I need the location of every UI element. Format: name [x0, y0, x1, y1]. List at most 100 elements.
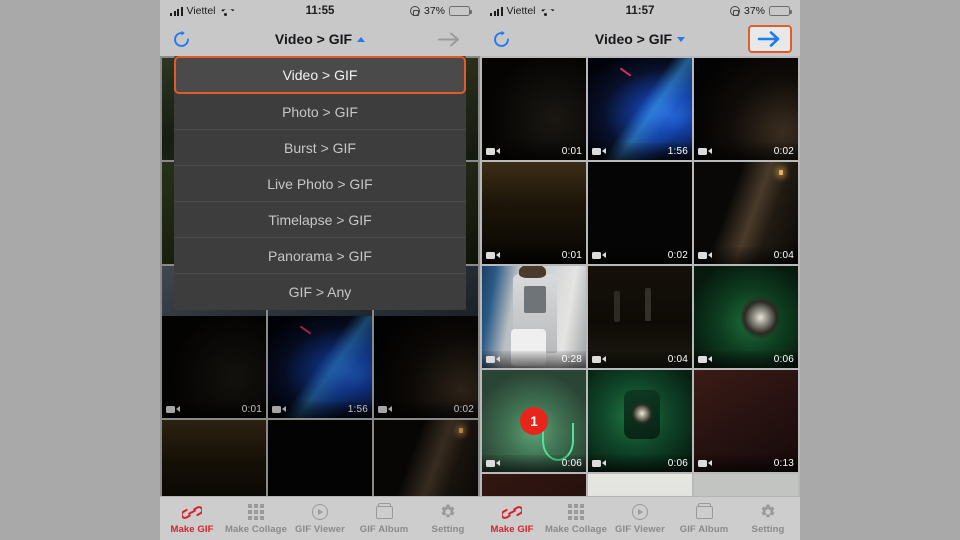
tab-label: Setting	[751, 523, 785, 535]
grid-cell[interactable]: 0:06	[588, 369, 692, 472]
dropdown-item-photo-gif[interactable]: Photo > GIF	[174, 94, 466, 130]
chevron-up-icon	[357, 36, 366, 42]
tab-make-gif[interactable]: Make GIF	[480, 503, 544, 535]
dropdown-item-live-photo-gif[interactable]: Live Photo > GIF	[174, 166, 466, 202]
play-circle-icon	[312, 503, 328, 522]
dropdown-item-label: Burst > GIF	[284, 139, 356, 156]
nav-title-label: Video > GIF	[274, 31, 353, 47]
status-bar: Viettel 11:57 37%	[480, 0, 800, 22]
album-folder-icon	[695, 503, 713, 522]
dropdown-item-label: Live Photo > GIF	[267, 175, 373, 192]
tab-gif-viewer[interactable]: GIF Viewer	[288, 503, 352, 535]
duration-label: 0:06	[561, 457, 582, 469]
duration-label: 0:06	[667, 457, 688, 469]
chevron-down-icon	[677, 36, 686, 42]
duration-label: 0:01	[561, 145, 582, 157]
video-icon	[698, 251, 712, 259]
video-icon	[592, 147, 606, 155]
nav-bar: Video > GIF	[480, 22, 800, 56]
dropdown-item-video-gif[interactable]: Video > GIF	[174, 56, 466, 94]
duration-label: 0:02	[773, 145, 794, 157]
battery-icon	[769, 6, 792, 16]
nav-bar: Video > GIF	[160, 22, 480, 56]
rotation-lock-icon	[409, 6, 420, 16]
dropdown-item-label: Timelapse > GIF	[268, 211, 372, 228]
video-icon	[486, 355, 500, 363]
tab-label: GIF Album	[679, 523, 729, 535]
dropdown-item-gif-any[interactable]: GIF > Any	[174, 274, 466, 310]
video-icon	[486, 147, 500, 155]
grid-cell-selected[interactable]: 1 0:06	[482, 369, 586, 472]
album-folder-icon	[375, 503, 393, 522]
play-circle-icon	[632, 503, 648, 522]
gear-icon	[439, 503, 457, 522]
refresh-button[interactable]	[168, 26, 194, 52]
wifi-icon	[220, 7, 232, 16]
dropdown-item-panorama-gif[interactable]: Panorama > GIF	[174, 238, 466, 274]
wifi-icon	[540, 7, 552, 16]
media-grid-area-right: 0:01 1:56 0:02 0:01 0:02 0:04 0:28 0:04 …	[480, 56, 800, 518]
duration-label: 0:06	[773, 353, 794, 365]
dropdown-item-label: GIF > Any	[288, 284, 352, 300]
gear-icon	[759, 503, 777, 522]
tab-label: GIF Viewer	[615, 523, 665, 535]
tab-gif-viewer[interactable]: GIF Viewer	[608, 503, 672, 535]
phone-screenshot-left: Viettel 11:55 37% Video > GIF Video > GI…	[160, 0, 480, 540]
cellular-bars-icon	[170, 6, 183, 16]
forward-button-disabled	[428, 25, 472, 53]
selection-badge: 1	[520, 406, 548, 435]
carrier-label: Viettel	[186, 5, 216, 17]
tab-label: Make Collage	[225, 523, 287, 535]
duration-label: 0:13	[773, 457, 794, 469]
video-icon	[592, 251, 606, 259]
grid-cell[interactable]: 0:02	[588, 161, 692, 264]
grid-cell[interactable]: 0:28	[482, 265, 586, 368]
duration-label: 0:28	[561, 353, 582, 365]
cellular-bars-icon	[490, 6, 503, 16]
tab-setting[interactable]: Setting	[416, 503, 480, 535]
video-icon	[486, 251, 500, 259]
battery-percent-label: 37%	[743, 5, 765, 17]
dropdown-item-label: Photo > GIF	[282, 103, 358, 120]
arrow-right-icon	[757, 31, 780, 47]
video-icon	[698, 147, 712, 155]
tab-make-gif[interactable]: Make GIF	[160, 503, 224, 535]
bottom-tab-bar: Make GIF Make Collage GIF Viewer GIF Alb…	[480, 496, 800, 540]
phone-screenshot-right: Viettel 11:57 37% Video > GIF 0:01 1:56 …	[480, 0, 800, 540]
video-icon	[698, 355, 712, 363]
duration-label: 0:01	[561, 249, 582, 261]
grid-cell[interactable]: 0:13	[694, 369, 798, 472]
tab-label: GIF Album	[359, 523, 409, 535]
grid-cell[interactable]: 0:06	[694, 265, 798, 368]
screenshot-stage: Viettel 11:55 37% Video > GIF Video > GI…	[0, 0, 960, 540]
duration-label: 0:04	[773, 249, 794, 261]
grid-cell[interactable]: 1:56	[588, 58, 692, 160]
tab-setting[interactable]: Setting	[736, 503, 800, 535]
status-bar: Viettel 11:55 37%	[160, 0, 480, 22]
grid-cell[interactable]: 0:04	[588, 265, 692, 368]
carrier-label: Viettel	[506, 5, 536, 17]
tab-label: Make Collage	[545, 523, 607, 535]
grid-cell[interactable]: 0:02	[694, 58, 798, 160]
tab-label: Make GIF	[170, 523, 214, 535]
bottom-tab-bar: Make GIF Make Collage GIF Viewer GIF Alb…	[160, 496, 480, 540]
refresh-button[interactable]	[488, 26, 514, 52]
grid-cell[interactable]: 0:01	[482, 58, 586, 160]
rotation-lock-icon	[729, 6, 740, 16]
tab-gif-album[interactable]: GIF Album	[352, 503, 416, 535]
duration-label: 0:04	[667, 353, 688, 365]
media-grid-right: 0:01 1:56 0:02 0:01 0:02 0:04 0:28 0:04 …	[480, 56, 800, 518]
tab-gif-album[interactable]: GIF Album	[672, 503, 736, 535]
dropdown-item-burst-gif[interactable]: Burst > GIF	[174, 130, 466, 166]
tab-make-collage[interactable]: Make Collage	[544, 503, 608, 535]
tab-make-collage[interactable]: Make Collage	[224, 503, 288, 535]
grid-dots-icon	[568, 503, 584, 522]
grid-cell[interactable]: 0:04	[694, 161, 798, 264]
refresh-icon	[173, 30, 189, 47]
dropdown-item-timelapse-gif[interactable]: Timelapse > GIF	[174, 202, 466, 238]
conversion-mode-dropdown[interactable]: Video > GIF Photo > GIF Burst > GIF Live…	[174, 56, 466, 310]
chain-link-icon	[502, 503, 522, 522]
battery-icon	[449, 6, 472, 16]
forward-button[interactable]	[748, 25, 792, 53]
grid-cell[interactable]: 0:01	[482, 161, 586, 264]
